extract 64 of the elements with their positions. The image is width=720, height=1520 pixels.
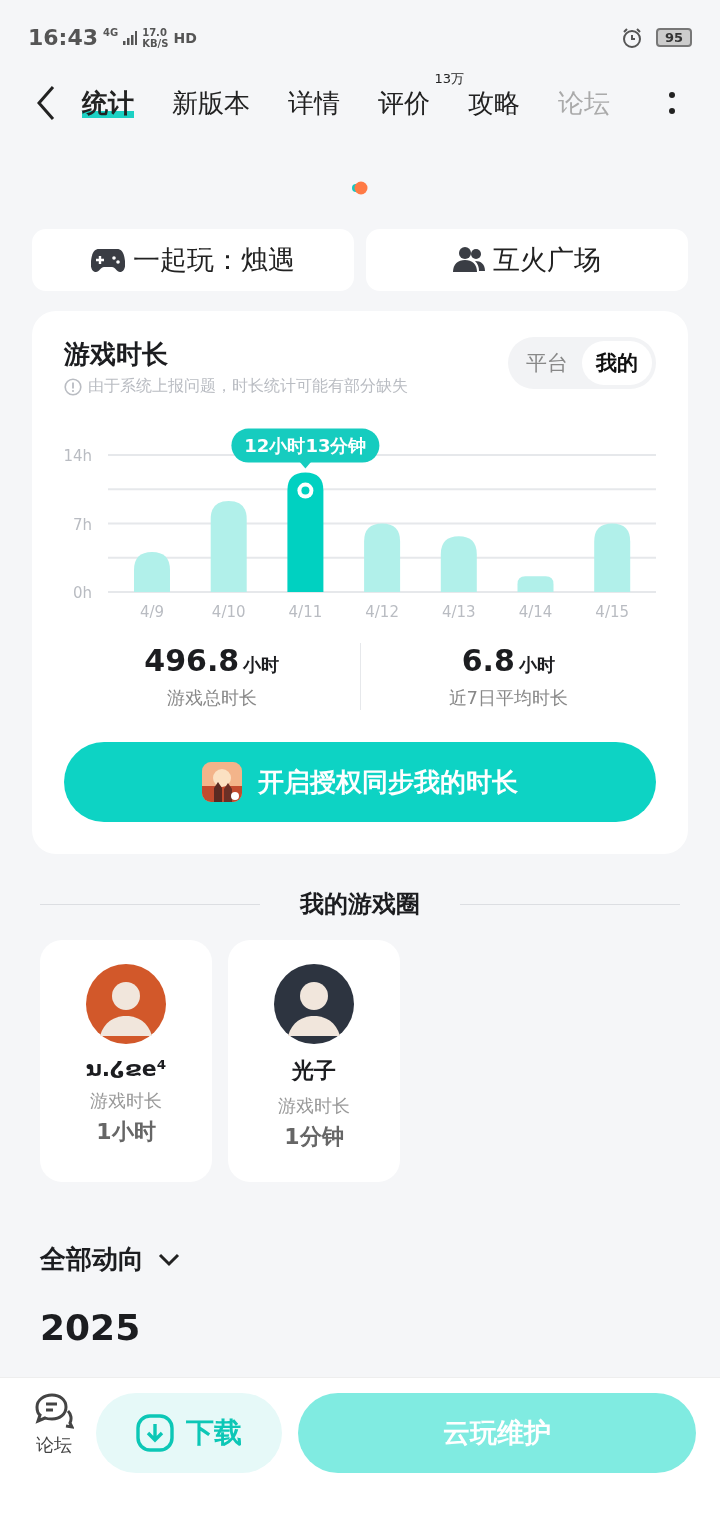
axis-label: 0h bbox=[72, 584, 92, 602]
chevron-down-icon bbox=[158, 1252, 180, 1267]
chat-bubbles-icon bbox=[34, 1393, 74, 1429]
chart-bar[interactable] bbox=[517, 576, 554, 592]
axis-label: 4/13 bbox=[441, 603, 476, 621]
back-icon[interactable] bbox=[36, 85, 56, 121]
network-type: 4G bbox=[103, 27, 119, 38]
forum-button[interactable]: 论坛 bbox=[28, 1393, 80, 1457]
bar-marker-icon bbox=[297, 482, 314, 499]
chart-bar[interactable] bbox=[210, 501, 247, 592]
axis-label: 4/12 bbox=[365, 603, 399, 621]
axis-label: 4/9 bbox=[139, 603, 165, 621]
info-icon bbox=[64, 377, 82, 396]
notice-text: 由于系统上报问题，时长统计可能有部分缺失 bbox=[88, 376, 408, 397]
stat-unit: 小时 bbox=[243, 653, 280, 677]
annotation: 12小时13分钟 bbox=[244, 434, 367, 456]
friend-name: ນ.໒ຂe⁴ bbox=[85, 1056, 167, 1081]
alarm-icon bbox=[620, 26, 643, 49]
tab[interactable]: 新版本 bbox=[172, 85, 250, 121]
segment-option[interactable]: 我的 bbox=[582, 341, 652, 385]
card-title: 游戏时长 bbox=[64, 338, 169, 371]
axis-label: 4/11 bbox=[288, 603, 323, 621]
friend-stat-label: 游戏时长 bbox=[278, 1094, 350, 1118]
axis-label: 4/10 bbox=[211, 603, 246, 621]
battery-indicator: 95 bbox=[655, 28, 692, 47]
people-icon bbox=[453, 246, 485, 274]
hd-label: HD bbox=[173, 29, 197, 46]
friend-card[interactable]: 光子 游戏时长 1分钟 bbox=[228, 940, 400, 1182]
gamepad-icon bbox=[91, 247, 125, 273]
axis-label: 4/14 bbox=[518, 603, 553, 621]
axis-label: 14h bbox=[64, 447, 92, 465]
stat-label: 近7日平均时长 bbox=[448, 686, 568, 710]
friend-card[interactable]: ນ.໒ຂe⁴ 游戏时长 1小时 bbox=[40, 940, 212, 1182]
tab[interactable]: 详情 bbox=[288, 85, 340, 121]
review-count: 13万 bbox=[434, 69, 464, 88]
stat-unit: 小时 bbox=[518, 653, 555, 677]
section-title: 我的游戏圈 bbox=[300, 889, 420, 920]
stat-value: 6.8 bbox=[461, 643, 515, 678]
signal-icon bbox=[123, 30, 138, 45]
chart-bar[interactable] bbox=[364, 523, 401, 592]
more-icon[interactable] bbox=[668, 89, 676, 117]
chart-bar[interactable] bbox=[134, 551, 170, 592]
page-indicator-icon bbox=[350, 181, 370, 195]
download-icon bbox=[136, 1414, 174, 1452]
stat-label: 游戏总时长 bbox=[166, 686, 257, 710]
friend-name: 光子 bbox=[292, 1057, 336, 1085]
status-time: 16:43 bbox=[28, 25, 99, 50]
stat-value: 496.8 bbox=[144, 643, 240, 678]
axis-label: 4/15 bbox=[595, 603, 630, 621]
network-speed: 17.0 bbox=[142, 26, 168, 38]
friend-playtime: 1小时 bbox=[96, 1118, 156, 1146]
chart-bar[interactable] bbox=[440, 536, 477, 592]
action-button[interactable]: 互火广场 bbox=[366, 229, 688, 291]
friend-stat-label: 游戏时长 bbox=[90, 1089, 162, 1113]
tab[interactable]: 攻略 bbox=[468, 85, 520, 121]
speed-unit: KB/S bbox=[142, 37, 169, 49]
axis-label: 7h bbox=[72, 515, 92, 534]
value-tooltip: 12小时13分钟 bbox=[231, 428, 380, 469]
action-button[interactable]: 一起玩：烛遇 bbox=[32, 229, 354, 291]
friend-playtime: 1分钟 bbox=[284, 1123, 344, 1151]
feed-filter-dropdown[interactable]: 全部动向 bbox=[40, 1242, 180, 1277]
chart-bar[interactable] bbox=[287, 472, 324, 592]
year-heading: 2025 bbox=[40, 1307, 142, 1348]
chart-bar[interactable] bbox=[594, 523, 631, 592]
